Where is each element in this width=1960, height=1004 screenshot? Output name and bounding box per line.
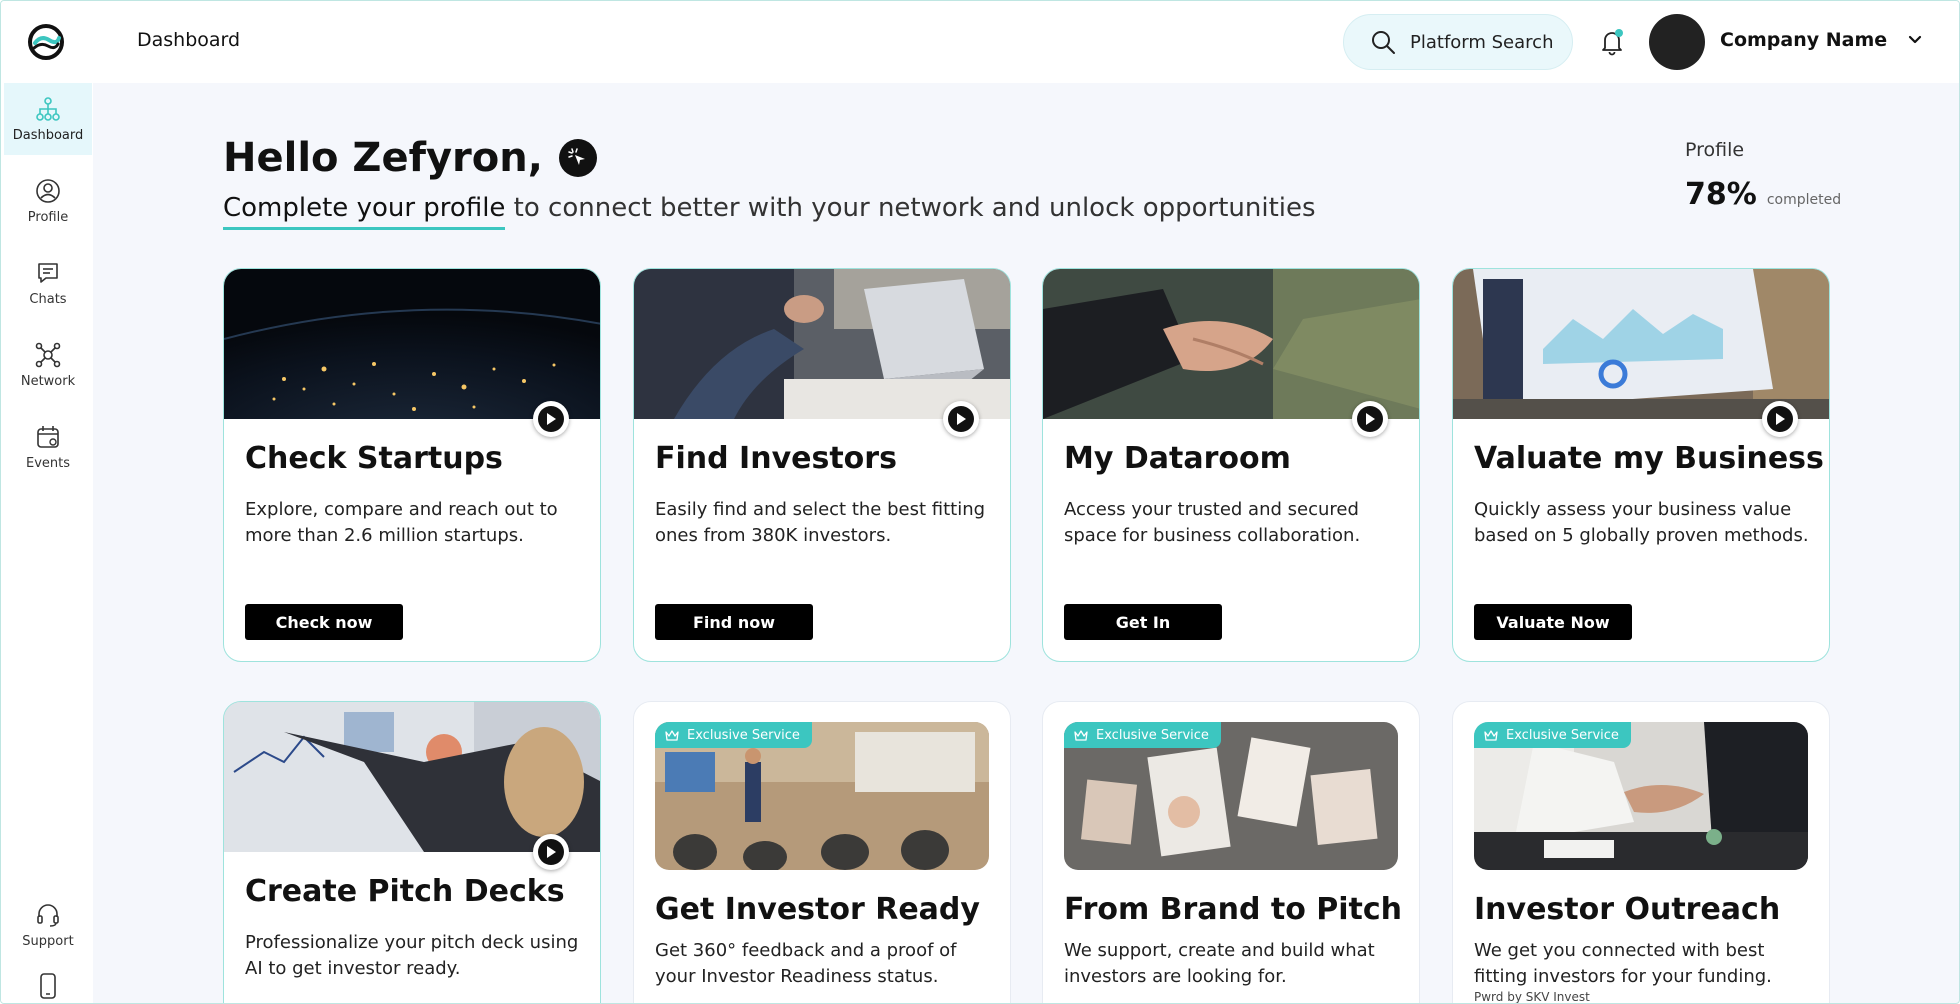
card-my-dataroom[interactable]: My Dataroom Access your trusted and secu… bbox=[1042, 268, 1420, 662]
moodboard-image: Exclusive Service bbox=[1064, 722, 1398, 870]
workshop-image: Exclusive Service bbox=[655, 722, 989, 870]
exclusive-service-badge: Exclusive Service bbox=[655, 722, 812, 748]
app-window: Dashboard Platform Search Company Name D… bbox=[0, 0, 1960, 1004]
card-check-startups[interactable]: Check Startups Explore, compare and reac… bbox=[223, 268, 601, 662]
profile-completed-label: completed bbox=[1766, 192, 1842, 208]
chevron-down-icon bbox=[1909, 35, 1922, 44]
avatar[interactable] bbox=[1649, 14, 1705, 70]
hierarchy-icon bbox=[36, 96, 60, 121]
card-title: My Dataroom bbox=[1064, 441, 1291, 476]
cursor-click-icon bbox=[558, 139, 597, 177]
valuate-now-button[interactable]: Valuate Now bbox=[1474, 604, 1632, 640]
brand-logo[interactable] bbox=[27, 23, 65, 61]
find-now-button[interactable]: Find now bbox=[655, 604, 813, 640]
card-get-investor-ready[interactable]: Exclusive Service Get Investor Ready Get… bbox=[633, 701, 1011, 1003]
chat-icon bbox=[38, 262, 58, 283]
crown-icon bbox=[1074, 730, 1088, 741]
sidebar-item-dashboard[interactable]: Dashboard bbox=[4, 83, 92, 155]
handshake-image bbox=[1043, 269, 1419, 419]
card-description: Professionalize your pitch deck using AI… bbox=[245, 932, 579, 979]
card-title: From Brand to Pitch bbox=[1064, 892, 1403, 927]
calendar-icon bbox=[37, 425, 59, 448]
laptop-meeting-image bbox=[634, 269, 1010, 419]
card-valuate-business[interactable]: Valuate my Business Quickly assess your … bbox=[1452, 268, 1830, 662]
sidebar-item-events[interactable]: Events bbox=[4, 411, 92, 483]
sidebar-item-label: Network bbox=[20, 373, 76, 389]
card-create-pitch-decks[interactable]: Create Pitch Decks Professionalize your … bbox=[223, 701, 601, 1003]
badge-label: Exclusive Service bbox=[1096, 727, 1209, 743]
sidebar-item-network[interactable]: Network bbox=[4, 329, 92, 401]
exclusive-service-badge: Exclusive Service bbox=[1064, 722, 1221, 748]
badge-label: Exclusive Service bbox=[687, 727, 800, 743]
search-label: Platform Search bbox=[1410, 31, 1554, 53]
card-description: We support, create and build what invest… bbox=[1064, 940, 1375, 987]
play-video-button[interactable] bbox=[533, 834, 569, 870]
card-title: Valuate my Business bbox=[1474, 441, 1824, 476]
earth-night-image bbox=[224, 269, 600, 419]
get-in-button[interactable]: Get In bbox=[1064, 604, 1222, 640]
powered-by-note: Pwrd by SKV Invest bbox=[1474, 990, 1590, 1004]
greeting-text: Hello Zefyron, bbox=[223, 135, 543, 181]
card-title: Find Investors bbox=[655, 441, 897, 476]
profile-prompt-text: to connect better with your network and … bbox=[505, 193, 1316, 223]
check-now-button[interactable]: Check now bbox=[245, 604, 403, 640]
card-title: Get Investor Ready bbox=[655, 892, 980, 927]
network-icon bbox=[35, 342, 61, 367]
top-header: Dashboard Platform Search Company Name bbox=[1, 1, 1959, 83]
card-description: Quickly assess your business value based… bbox=[1474, 499, 1809, 546]
card-title: Create Pitch Decks bbox=[245, 874, 565, 909]
play-video-button[interactable] bbox=[1762, 401, 1798, 437]
card-description: We get you connected with best fitting i… bbox=[1474, 940, 1772, 987]
play-video-button[interactable] bbox=[1352, 401, 1388, 437]
card-description: Access your trusted and secured space fo… bbox=[1064, 499, 1361, 546]
profile-percent: 78% bbox=[1685, 177, 1757, 212]
page-title: Dashboard bbox=[137, 29, 241, 51]
crown-icon bbox=[665, 730, 679, 741]
sidebar-item-label: Events bbox=[25, 455, 70, 471]
platform-search[interactable]: Platform Search bbox=[1343, 14, 1573, 70]
sidebar-item-label: Support bbox=[22, 933, 74, 949]
headset-icon bbox=[37, 903, 59, 927]
play-icon bbox=[948, 406, 974, 432]
user-circle-icon bbox=[36, 178, 60, 203]
play-icon bbox=[1767, 406, 1793, 432]
sidebar-item-label: Profile bbox=[27, 209, 69, 225]
badge-label: Exclusive Service bbox=[1506, 727, 1619, 743]
card-description: Easily find and select the best fitting … bbox=[655, 499, 986, 546]
card-title: Investor Outreach bbox=[1474, 892, 1781, 927]
profile-prompt: Complete your profile to connect better … bbox=[223, 193, 1316, 230]
play-icon bbox=[538, 839, 564, 865]
exclusive-service-badge: Exclusive Service bbox=[1474, 722, 1631, 748]
mobile-phone-icon[interactable] bbox=[37, 973, 59, 999]
crown-icon bbox=[1484, 730, 1498, 741]
sidebar-item-support[interactable]: Support bbox=[4, 889, 92, 961]
presentation-image bbox=[224, 702, 600, 852]
company-name: Company Name bbox=[1720, 29, 1888, 51]
card-title: Check Startups bbox=[245, 441, 503, 476]
play-video-button[interactable] bbox=[533, 401, 569, 437]
play-video-button[interactable] bbox=[943, 401, 979, 437]
laptop-dashboard-image bbox=[1453, 269, 1829, 419]
card-investor-outreach[interactable]: Exclusive Service Investor Outreach We g… bbox=[1452, 701, 1830, 1004]
notification-bell-icon[interactable] bbox=[1597, 27, 1627, 57]
sidebar-item-label: Dashboard bbox=[12, 127, 84, 143]
company-menu[interactable]: Company Name bbox=[1720, 29, 1923, 51]
card-brand-to-pitch[interactable]: Exclusive Service From Brand to Pitch We… bbox=[1042, 701, 1420, 1003]
greeting-heading: Hello Zefyron, bbox=[223, 135, 597, 181]
sidebar-item-profile[interactable]: Profile bbox=[4, 165, 92, 237]
search-icon bbox=[1372, 31, 1395, 54]
sidebar-item-chats[interactable]: Chats bbox=[4, 247, 92, 319]
sidebar-item-label: Chats bbox=[29, 291, 67, 307]
profile-label: Profile bbox=[1685, 139, 1745, 161]
complete-profile-link[interactable]: Complete your profile bbox=[223, 193, 506, 230]
handshake-office-image: Exclusive Service bbox=[1474, 722, 1808, 870]
sidebar: Dashboard Profile Chats Network Events S… bbox=[1, 83, 93, 1003]
profile-progress: 78% completed bbox=[1685, 177, 1841, 212]
play-icon bbox=[538, 406, 564, 432]
play-icon bbox=[1357, 406, 1383, 432]
card-description: Explore, compare and reach out to more t… bbox=[245, 499, 558, 546]
card-description: Get 360° feedback and a proof of your In… bbox=[655, 940, 957, 987]
card-find-investors[interactable]: Find Investors Easily find and select th… bbox=[633, 268, 1011, 662]
